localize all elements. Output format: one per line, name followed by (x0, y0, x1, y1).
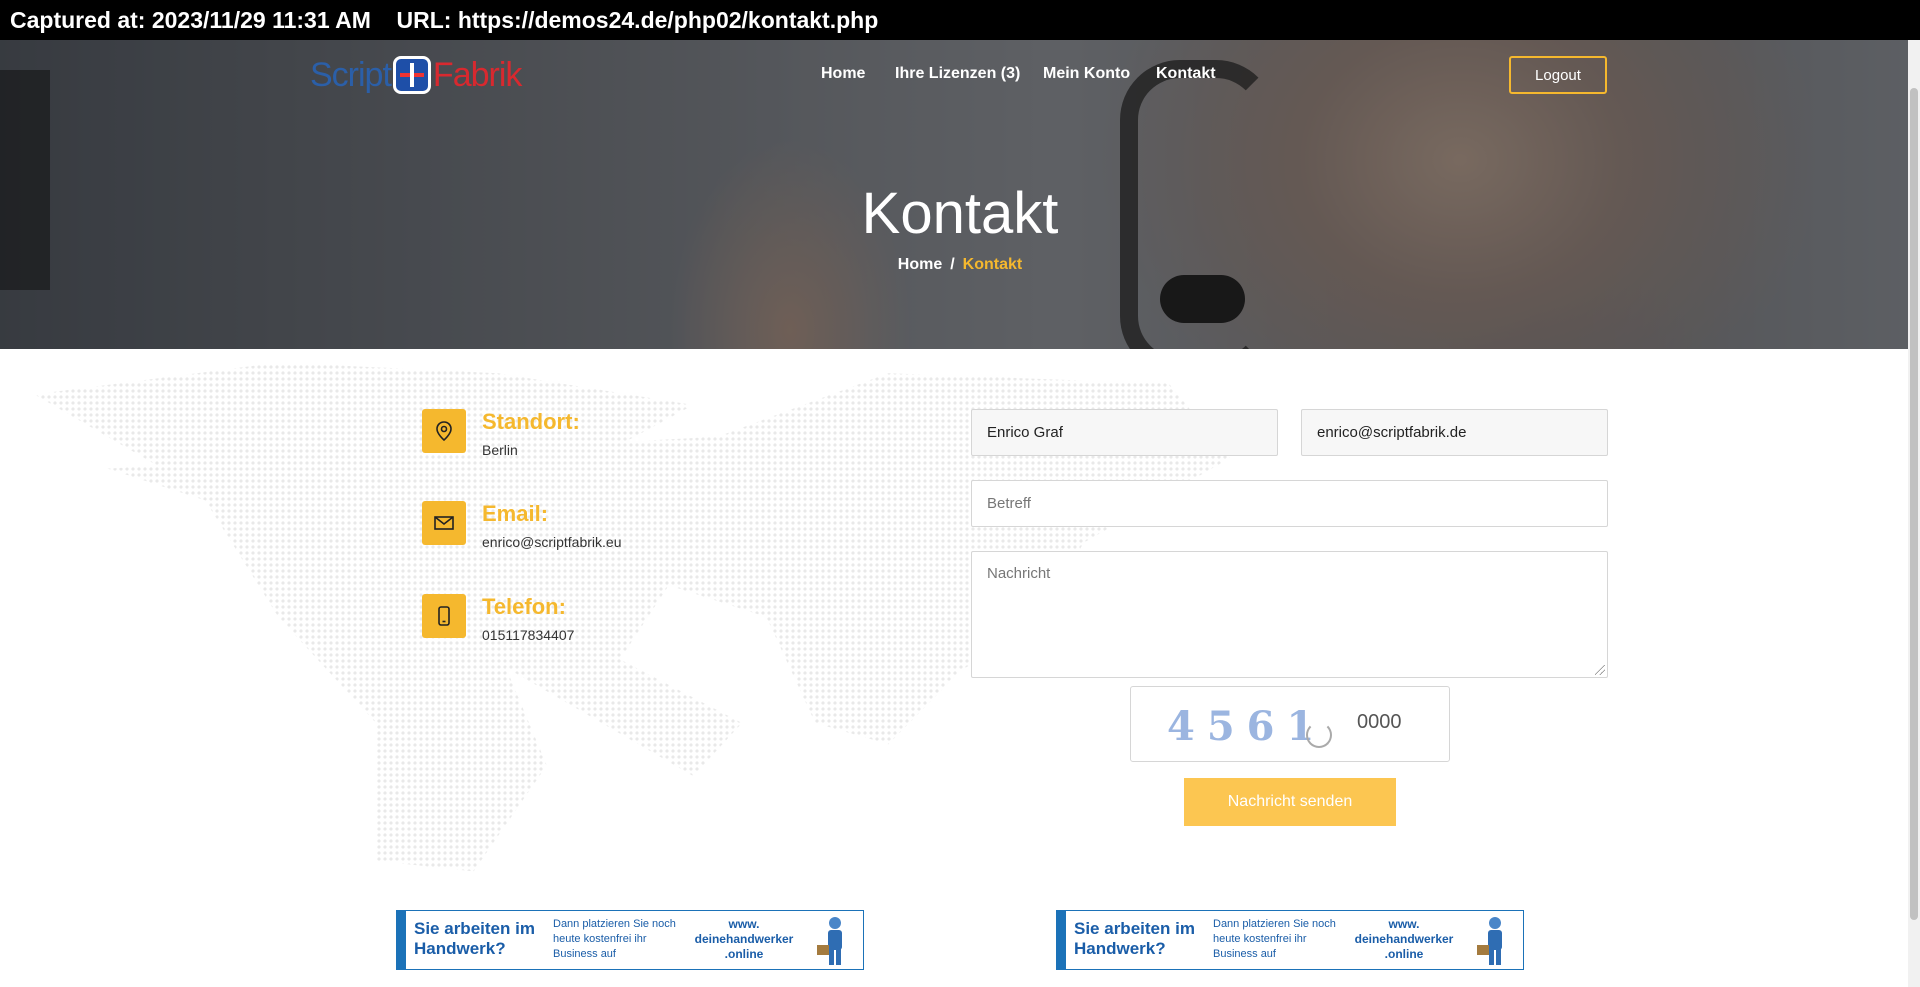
mobile-phone-icon (422, 594, 466, 638)
logo-text-script: Script (310, 55, 392, 94)
message-textarea[interactable]: Nachricht (971, 551, 1608, 678)
banner-subtext: Dann platzieren Sie noch heute kostenfre… (1213, 918, 1336, 960)
info-location-value: Berlin (482, 442, 518, 458)
info-email-title: Email: (482, 501, 549, 526)
nav-lizenzen[interactable]: Ihre Lizenzen (3) (895, 65, 1020, 83)
logo-mark-icon (392, 56, 431, 94)
message-placeholder: Nachricht (987, 565, 1051, 582)
ad-banner-right[interactable]: Sie arbeiten im Handwerk? Dann platziere… (1056, 910, 1524, 970)
info-location-title: Standort: (482, 409, 580, 434)
nav-home[interactable]: Home (821, 65, 865, 83)
banner-headline: Sie arbeiten im Handwerk? (1074, 919, 1195, 958)
captcha-box: 4561 0000 (1130, 686, 1450, 762)
resize-handle-icon[interactable] (1595, 665, 1605, 675)
nav-mein-konto[interactable]: Mein Konto (1043, 65, 1130, 83)
send-message-button[interactable]: Nachricht senden (1184, 778, 1396, 826)
location-pin-icon (422, 409, 466, 453)
ad-banner-left[interactable]: Sie arbeiten im Handwerk? Dann platziere… (396, 910, 864, 970)
logo-text-fabrik: Fabrik (432, 55, 522, 94)
banner-url: www. deinehandwerker .online (1354, 917, 1454, 961)
captcha-input[interactable]: 0000 (1357, 711, 1402, 734)
breadcrumb-separator: / (950, 256, 955, 273)
breadcrumb: Home / Kontakt (0, 256, 1920, 274)
email-field[interactable]: enrico@scriptfabrik.de (1301, 409, 1608, 456)
info-phone-value[interactable]: 015117834407 (482, 627, 574, 643)
breadcrumb-home[interactable]: Home (898, 256, 942, 273)
nav-kontakt[interactable]: Kontakt (1156, 65, 1216, 83)
name-field[interactable]: Enrico Graf (971, 409, 1278, 456)
info-email-value[interactable]: enrico@scriptfabrik.eu (482, 534, 622, 550)
craftsman-figure-icon (1477, 917, 1502, 965)
captcha-code: 4561 (1167, 703, 1327, 750)
banner-headline: Sie arbeiten im Handwerk? (414, 919, 535, 958)
logout-button[interactable]: Logout (1509, 56, 1607, 94)
captured-url: URL: https://demos24.de/php02/kontakt.ph… (396, 6, 879, 33)
banner-url: www. deinehandwerker .online (694, 917, 794, 961)
envelope-icon (422, 501, 466, 545)
subject-field[interactable]: Betreff (971, 480, 1608, 527)
breadcrumb-current: Kontakt (962, 256, 1023, 273)
page-title: Kontakt (861, 181, 1059, 246)
captured-timestamp: Captured at: 2023/11/29 11:31 AM (10, 6, 371, 33)
craftsman-figure-icon (817, 917, 842, 965)
refresh-icon[interactable] (1306, 722, 1332, 748)
banner-subtext: Dann platzieren Sie noch heute kostenfre… (553, 918, 676, 960)
site-logo[interactable]: Script Fabrik (310, 55, 522, 95)
info-phone-title: Telefon: (482, 594, 566, 619)
capture-bar: Captured at: 2023/11/29 11:31 AM URL: ht… (0, 0, 1920, 40)
